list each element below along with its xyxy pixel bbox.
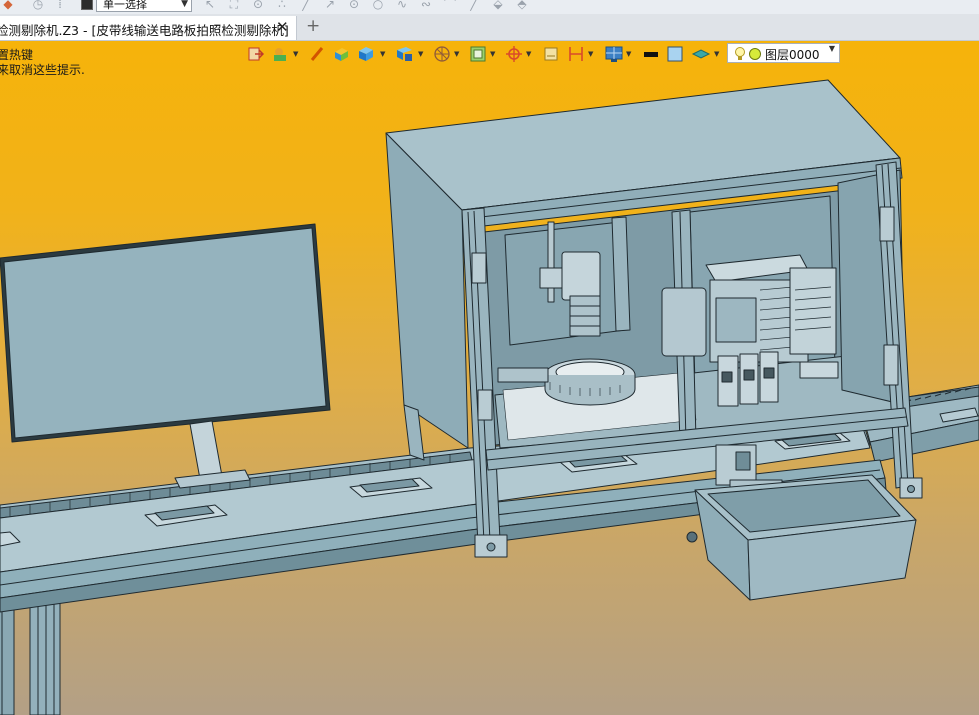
layer-dropdown[interactable]: 图层0000 ▼ (727, 43, 840, 63)
selection-mode-dropdown[interactable]: 单一选择 ▼ (96, 0, 192, 12)
orbit-icon[interactable] (432, 44, 452, 64)
document-tab-title: 检测剔除机.Z3 - [皮带线输送电路板拍照检测剔除机] (0, 23, 289, 38)
document-tab-bar: 检测剔除机.Z3 - [皮带线输送电路板拍照检测剔除机] ✕ + (0, 14, 979, 41)
chevron-down-icon: ▼ (181, 0, 188, 9)
dimension-icon[interactable] (566, 44, 586, 64)
exit-icon[interactable] (246, 44, 264, 64)
hint-text-line-2: 来取消这些提示. (0, 63, 85, 77)
chevron-down-icon[interactable]: ▼ (418, 50, 423, 58)
line-color-icon[interactable] (642, 44, 660, 64)
view-cube-icon[interactable] (394, 44, 416, 64)
pattern-icon[interactable]: ⬙ (490, 0, 506, 11)
layer-color-icon[interactable] (690, 44, 712, 64)
lightbulb-icon[interactable] (733, 46, 747, 62)
chevron-down-icon[interactable]: ▼ (490, 50, 495, 58)
chevron-down-icon[interactable]: ▼ (714, 50, 719, 58)
pen-icon[interactable] (308, 44, 326, 64)
grid-icon[interactable] (604, 44, 624, 64)
circle-icon[interactable]: ○ (370, 0, 386, 11)
feature-icon[interactable] (270, 44, 292, 64)
curve-icon[interactable]: ∾ (418, 0, 434, 11)
app-window: ◆ ◷ ⁞ 单一选择 ▼ ↖ ⛶ ⊙ ∴ ╱ ↗ ⊙ ○ ∿ ∾ ⌒ ╱ ⬙ ⬘… (0, 0, 979, 715)
point-icon[interactable]: ∴ (274, 0, 290, 11)
chevron-down-icon[interactable]: ▼ (293, 50, 298, 58)
chevron-down-icon[interactable]: ▼ (829, 44, 835, 53)
document-tab[interactable]: 检测剔除机.Z3 - [皮带线输送电路板拍照检测剔除机] ✕ (0, 16, 297, 40)
measure-icon[interactable] (542, 44, 560, 64)
trim-icon[interactable]: ╱ (466, 0, 482, 11)
3d-viewport[interactable]: 置热键 来取消这些提示. ▼ ▼ ▼ ▼ ▼ ▼ ▼ ▼ ▼ 图层0000 ▼ (0, 41, 979, 715)
offset-icon[interactable]: ⬘ (514, 0, 530, 11)
caster-wheel (686, 531, 698, 543)
selection-mode-value: 单一选择 (103, 0, 147, 11)
line-icon[interactable]: ╱ (298, 0, 314, 11)
history-icon[interactable]: ◷ (30, 0, 46, 11)
chevron-down-icon[interactable]: ▼ (380, 50, 385, 58)
frame-icon[interactable] (468, 44, 488, 64)
play-icon[interactable]: ⊙ (250, 0, 266, 11)
pick-face-icon[interactable]: ⛶ (226, 0, 242, 11)
chevron-down-icon[interactable]: ▼ (626, 50, 631, 58)
filter-icon[interactable]: ⁞ (52, 0, 68, 11)
reject-bin (694, 474, 917, 601)
selection-filter-icon[interactable] (81, 0, 93, 10)
display-monitor (0, 223, 331, 489)
close-tab-icon[interactable]: ✕ (276, 18, 289, 36)
circle-center-icon[interactable]: ⊙ (346, 0, 362, 11)
shading-icon[interactable] (356, 44, 378, 64)
chevron-down-icon[interactable]: ▼ (588, 50, 593, 58)
main-toolbar: ◆ ◷ ⁞ 单一选择 ▼ ↖ ⛶ ⊙ ∴ ╱ ↗ ⊙ ○ ∿ ∾ ⌒ ╱ ⬙ ⬘ (0, 0, 979, 15)
pick-icon[interactable]: ↖ (202, 0, 218, 11)
layer-name: 图层0000 (765, 48, 820, 62)
layer-status-icon[interactable] (748, 47, 762, 61)
spline-icon[interactable]: ∿ (394, 0, 410, 11)
3d-model-scene[interactable] (0, 41, 979, 715)
snap-point-icon[interactable] (504, 44, 524, 64)
arc-icon[interactable]: ⌒ (442, 0, 458, 11)
arc-line-icon[interactable]: ↗ (322, 0, 338, 11)
new-tab-button[interactable]: + (306, 17, 320, 35)
app-logo-icon[interactable]: ◆ (0, 0, 16, 11)
box-solid-icon[interactable] (332, 44, 350, 64)
chevron-down-icon[interactable]: ▼ (526, 50, 531, 58)
face-color-icon[interactable] (666, 44, 684, 64)
chevron-down-icon[interactable]: ▼ (454, 50, 459, 58)
